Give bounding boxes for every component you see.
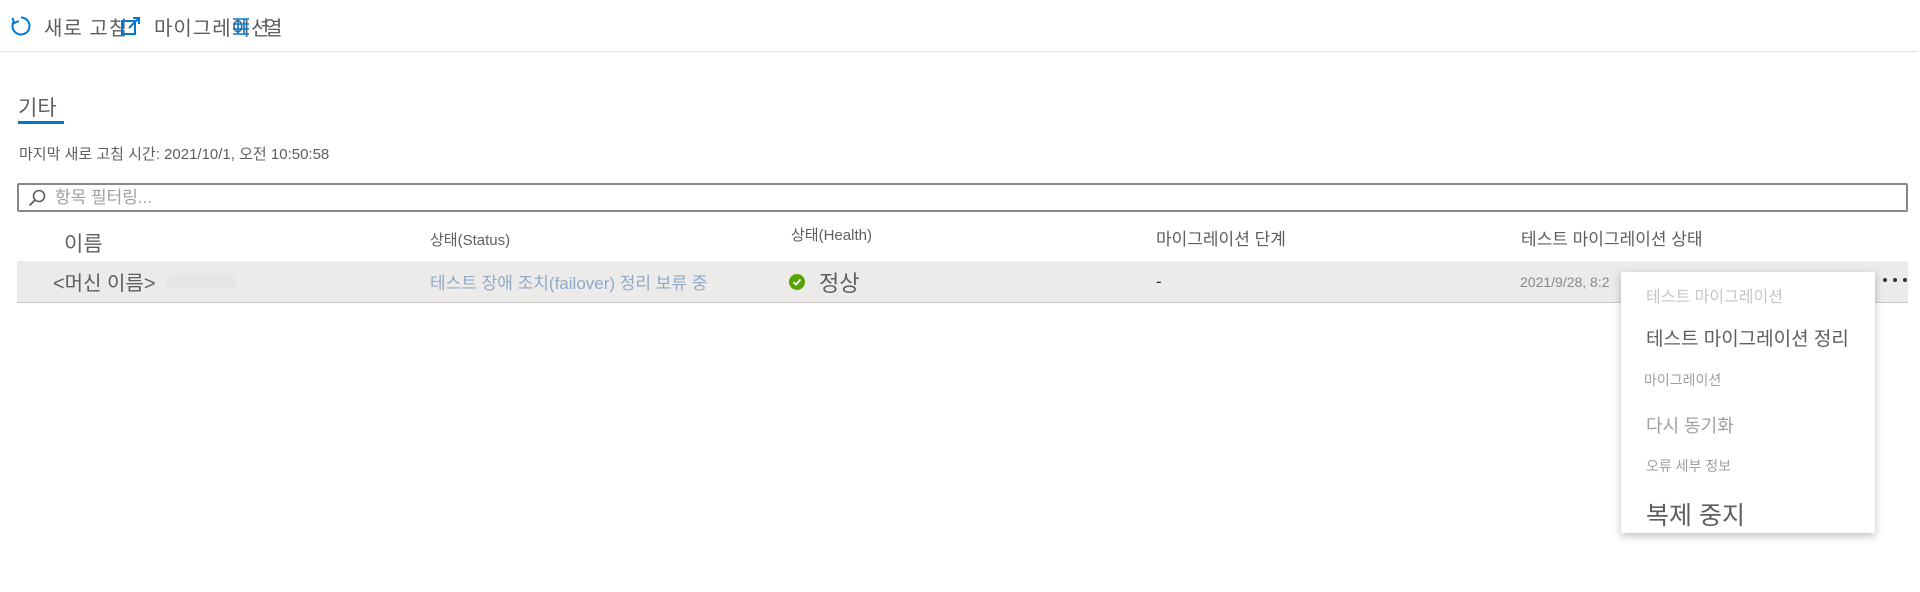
menu-item-error-details[interactable]: 오류 세부 정보 bbox=[1646, 456, 1731, 476]
refresh-icon bbox=[8, 13, 34, 39]
columns-icon bbox=[228, 13, 254, 39]
tab-underline bbox=[18, 121, 64, 124]
search-icon bbox=[23, 185, 51, 210]
column-header-name[interactable]: 이름 bbox=[64, 228, 103, 258]
refresh-button[interactable]: 새로 고침 bbox=[8, 12, 128, 40]
column-header-test-migration-status[interactable]: 테스트 마이그레이션 상태 bbox=[1521, 225, 1703, 250]
command-bar: 새로 고침 마이그레이션 열 bbox=[0, 0, 1918, 52]
column-header-migration-stage[interactable]: 마이그레이션 단계 bbox=[1156, 225, 1286, 250]
columns-button[interactable]: 열 bbox=[228, 12, 283, 40]
last-refresh-value: 2021/10/1, 오전 10:50:58 bbox=[164, 146, 330, 163]
cell-test-migration-status: 2021/9/28, 8:2 bbox=[1520, 273, 1610, 290]
cell-name[interactable]: <머신 이름> bbox=[53, 261, 236, 302]
filter-input[interactable] bbox=[51, 185, 1906, 210]
check-circle-icon bbox=[789, 273, 805, 290]
context-menu: 테스트 마이그레이션 테스트 마이그레이션 정리 마이그레이션 다시 동기화 오… bbox=[1621, 272, 1875, 533]
redacted-text bbox=[165, 274, 236, 289]
cell-migration-stage: - bbox=[1156, 271, 1162, 291]
columns-label: 열 bbox=[264, 17, 284, 40]
column-header-status[interactable]: 상태(Status) bbox=[430, 229, 510, 250]
cell-status[interactable]: 테스트 장애 조치(failover) 정리 보류 중 bbox=[430, 261, 707, 302]
migrate-icon bbox=[118, 13, 144, 39]
last-refresh-info: 마지막 새로 고침 시간: 2021/10/1, 오전 10:50:58 bbox=[19, 143, 329, 164]
last-refresh-label: 마지막 새로 고침 시간: bbox=[19, 146, 160, 163]
machine-name: <머신 이름> bbox=[53, 273, 156, 295]
more-icon[interactable] bbox=[1883, 273, 1907, 287]
menu-item-cleanup-test-migration[interactable]: 테스트 마이그레이션 정리 bbox=[1646, 324, 1849, 351]
menu-item-stop-replication[interactable]: 복제 중지 bbox=[1646, 496, 1745, 532]
filter-box bbox=[17, 183, 1908, 212]
menu-item-migrate[interactable]: 마이그레이션 bbox=[1644, 370, 1721, 390]
menu-item-resync[interactable]: 다시 동기화 bbox=[1646, 412, 1734, 438]
menu-item-test-migration[interactable]: 테스트 마이그레이션 bbox=[1646, 283, 1783, 307]
cell-health: 정상 bbox=[789, 261, 859, 302]
tab-other[interactable]: 기타 bbox=[18, 92, 57, 122]
health-text: 정상 bbox=[819, 270, 860, 296]
column-header-health[interactable]: 상태(Health) bbox=[791, 224, 872, 245]
refresh-label: 새로 고침 bbox=[44, 17, 129, 40]
